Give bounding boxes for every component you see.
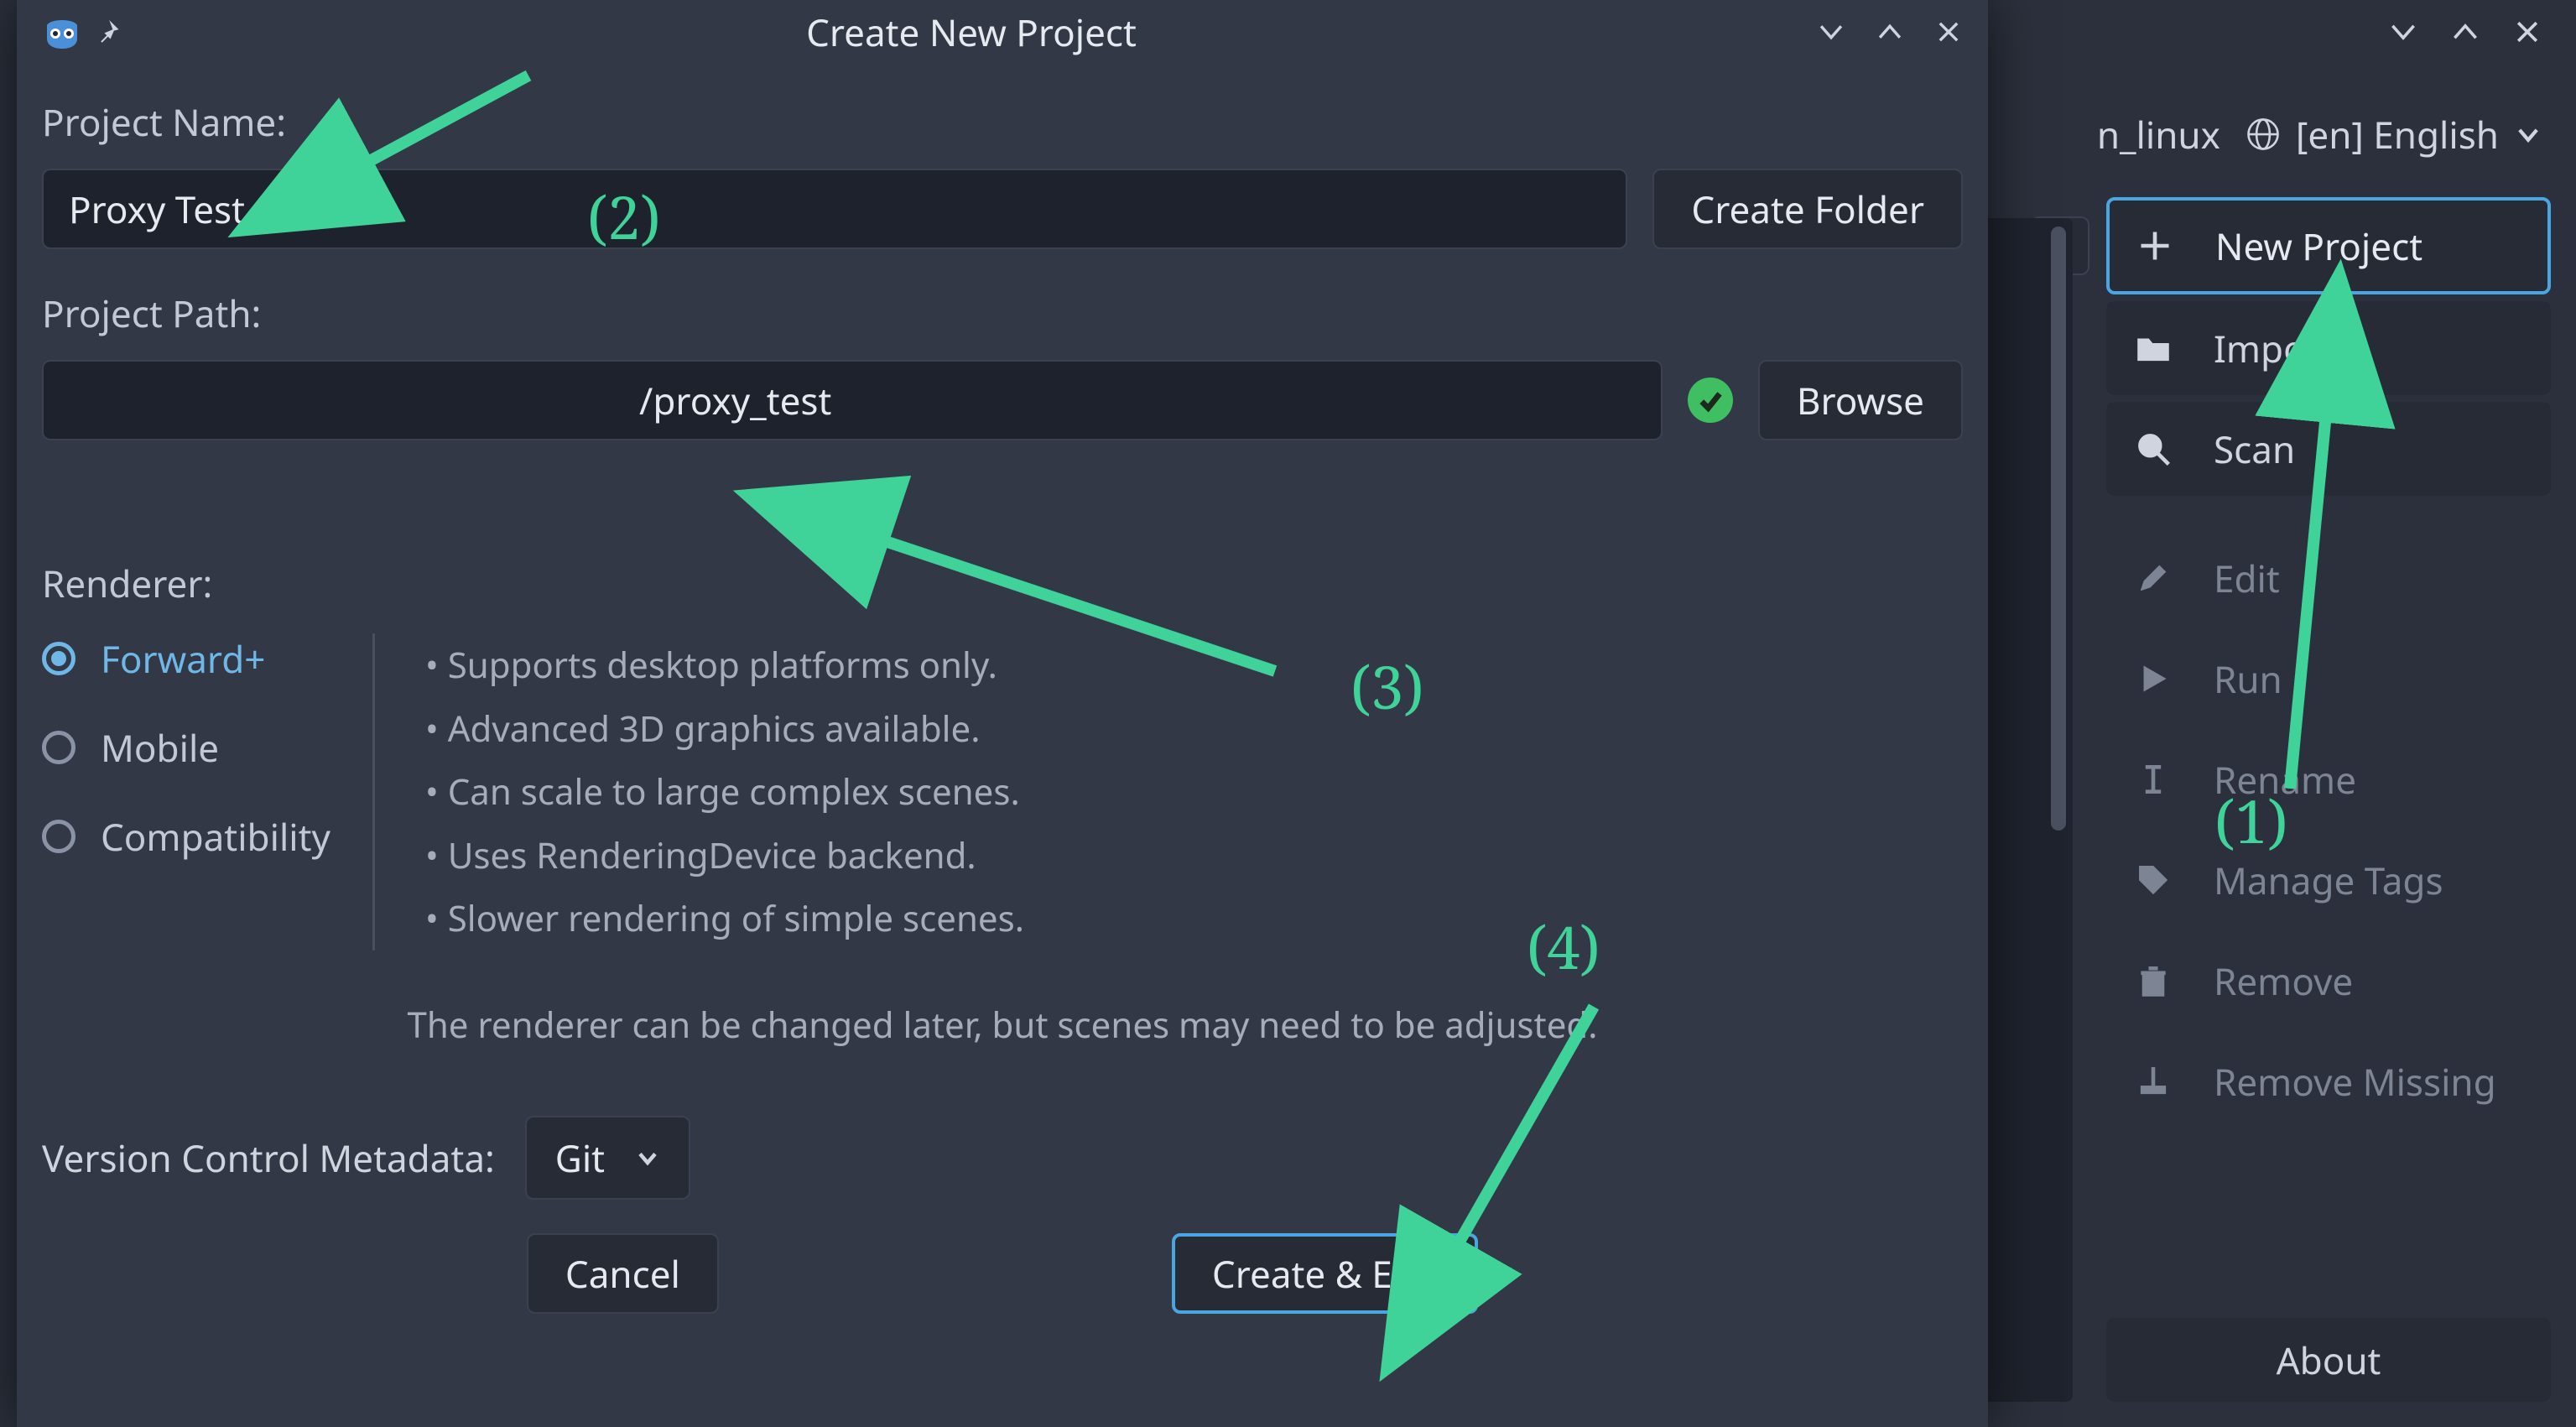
pm-side-actions: New Project Import Scan Edit Run bbox=[2106, 197, 2551, 1128]
renderer-detail: Uses RenderingDevice backend. bbox=[425, 824, 1024, 888]
pm-top-row: n_linux [en] English bbox=[2097, 109, 2542, 159]
dialog-titlebar: Create New Project bbox=[17, 0, 1988, 63]
trash-icon bbox=[2135, 962, 2172, 999]
path-valid-icon bbox=[1688, 378, 1733, 423]
chevron-down-icon bbox=[2514, 120, 2542, 148]
close-icon[interactable] bbox=[2512, 17, 2542, 47]
pencil-icon bbox=[2135, 560, 2172, 596]
remove-missing-label: Remove Missing bbox=[2214, 1056, 2496, 1107]
renderer-detail: Supports desktop platforms only. bbox=[425, 633, 1024, 697]
renderer-details-list: Supports desktop platforms only. Advance… bbox=[425, 633, 1024, 950]
renderer-detail: Slower rendering of simple scenes. bbox=[425, 887, 1024, 950]
import-label: Import bbox=[2214, 323, 2334, 373]
browse-button[interactable]: Browse bbox=[1758, 360, 1963, 440]
scan-label: Scan bbox=[2214, 424, 2295, 474]
globe-icon bbox=[2246, 117, 2281, 152]
create-and-edit-button[interactable]: Create & Edit bbox=[1172, 1233, 1478, 1314]
about-button[interactable]: About bbox=[2106, 1318, 2551, 1402]
chevron-down-icon bbox=[635, 1145, 660, 1170]
project-path-input[interactable]: /proxy_test bbox=[42, 360, 1663, 440]
dlg-minimize-icon[interactable] bbox=[1817, 18, 1845, 46]
dialog-title: Create New Project bbox=[126, 7, 1817, 57]
language-selector[interactable]: [en] English bbox=[2246, 109, 2542, 159]
spacer bbox=[2106, 503, 2551, 524]
renderer-mobile-radio[interactable]: Mobile bbox=[42, 722, 330, 773]
pm-window-controls bbox=[1989, 0, 2576, 63]
create-folder-button[interactable]: Create Folder bbox=[1652, 169, 1963, 249]
renderer-forward-radio[interactable]: Forward+ bbox=[42, 633, 330, 684]
pin-icon[interactable] bbox=[97, 18, 126, 46]
vcm-value: Git bbox=[555, 1133, 605, 1183]
maximize-icon[interactable] bbox=[2450, 17, 2480, 47]
new-project-label: New Project bbox=[2215, 221, 2422, 271]
rename-label: Rename bbox=[2214, 754, 2356, 805]
text-cursor-icon bbox=[2135, 761, 2172, 798]
run-label: Run bbox=[2214, 654, 2282, 704]
renderer-forward-label: Forward+ bbox=[101, 633, 265, 684]
cancel-label: Cancel bbox=[565, 1248, 680, 1299]
broom-icon bbox=[2135, 1063, 2172, 1100]
remove-label: Remove bbox=[2214, 956, 2353, 1006]
pm-platform-label: n_linux bbox=[2097, 109, 2220, 159]
minimize-icon[interactable] bbox=[2388, 17, 2418, 47]
search-icon bbox=[2135, 430, 2172, 467]
project-path-label: Project Path: bbox=[42, 288, 1963, 338]
manage-tags-label: Manage Tags bbox=[2214, 855, 2443, 905]
project-path-value: /proxy_test bbox=[639, 375, 831, 425]
project-name-label: Project Name: bbox=[42, 96, 1963, 147]
run-button[interactable]: Run bbox=[2106, 632, 2551, 726]
scrollbar[interactable] bbox=[2051, 227, 2066, 831]
renderer-compat-label: Compatibility bbox=[101, 811, 330, 862]
create-project-dialog: Create New Project Project Name: Proxy T… bbox=[17, 0, 1988, 1427]
renderer-mobile-label: Mobile bbox=[101, 722, 219, 773]
project-name-input[interactable]: Proxy Test bbox=[42, 169, 1627, 249]
renderer-detail: Can scale to large complex scenes. bbox=[425, 760, 1024, 824]
godot-icon bbox=[42, 12, 82, 52]
browse-label: Browse bbox=[1797, 375, 1924, 425]
vcm-label: Version Control Metadata: bbox=[42, 1133, 495, 1183]
create-folder-label: Create Folder bbox=[1691, 184, 1924, 234]
create-and-edit-label: Create & Edit bbox=[1212, 1248, 1438, 1299]
renderer-hint: The renderer can be changed later, but s… bbox=[42, 1001, 1963, 1049]
edit-label: Edit bbox=[2214, 553, 2280, 603]
tag-icon bbox=[2135, 862, 2172, 898]
dlg-close-icon[interactable] bbox=[1934, 18, 1963, 46]
language-label: [en] English bbox=[2296, 109, 2499, 159]
project-name-value: Proxy Test bbox=[69, 184, 245, 234]
scan-button[interactable]: Scan bbox=[2106, 402, 2551, 496]
about-label: About bbox=[2277, 1335, 2381, 1385]
renderer-compat-radio[interactable]: Compatibility bbox=[42, 811, 330, 862]
remove-missing-button[interactable]: Remove Missing bbox=[2106, 1034, 2551, 1128]
manage-tags-button[interactable]: Manage Tags bbox=[2106, 833, 2551, 927]
import-button[interactable]: Import bbox=[2106, 301, 2551, 395]
new-project-button[interactable]: New Project bbox=[2106, 197, 2551, 294]
renderer-label: Renderer: bbox=[42, 558, 1963, 608]
dlg-maximize-icon[interactable] bbox=[1876, 18, 1904, 46]
play-icon bbox=[2135, 660, 2172, 697]
plus-icon bbox=[2136, 227, 2173, 264]
radio-unselected-icon bbox=[42, 731, 75, 764]
renderer-detail: Advanced 3D graphics available. bbox=[425, 697, 1024, 761]
edit-button[interactable]: Edit bbox=[2106, 531, 2551, 625]
folder-icon bbox=[2135, 330, 2172, 367]
renderer-options: Forward+ Mobile Compatibility Supports d… bbox=[42, 633, 1963, 950]
vcm-select[interactable]: Git bbox=[525, 1116, 690, 1200]
remove-button[interactable]: Remove bbox=[2106, 934, 2551, 1028]
radio-unselected-icon bbox=[42, 820, 75, 853]
cancel-button[interactable]: Cancel bbox=[527, 1233, 719, 1314]
radio-selected-icon bbox=[42, 642, 75, 675]
rename-button[interactable]: Rename bbox=[2106, 732, 2551, 826]
